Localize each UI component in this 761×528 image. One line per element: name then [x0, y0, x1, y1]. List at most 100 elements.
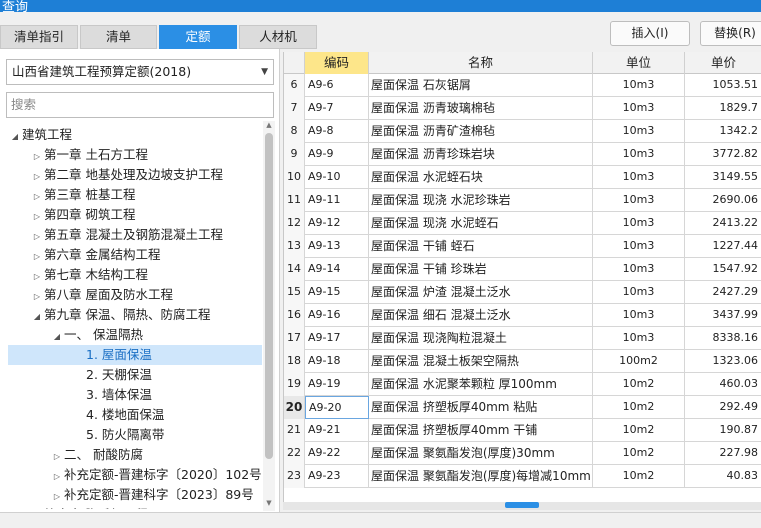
table-row[interactable]: 21 A9-21 屋面保温 挤塑板厚40mm 干铺 10m2 190.87: [284, 419, 761, 442]
search-input[interactable]: 搜索: [6, 92, 274, 118]
tree-node[interactable]: 1. 屋面保温: [8, 345, 262, 365]
tree-node[interactable]: 3. 墙体保温: [0, 385, 152, 405]
scroll-up-icon[interactable]: ▲: [263, 121, 275, 129]
resize-handle[interactable]: [505, 502, 539, 508]
cell-code: A9-6: [305, 74, 369, 97]
cell-num: 7: [284, 97, 305, 120]
tree-node-label: 一、 保温隔热: [64, 327, 143, 342]
tree-scrollbar[interactable]: ▲ ▼: [263, 121, 275, 511]
scroll-down-icon[interactable]: ▼: [263, 499, 275, 507]
cell-num: 14: [284, 258, 305, 281]
chevron-down-icon[interactable]: ▼: [261, 60, 268, 84]
cell-price: 3772.82: [712, 147, 759, 160]
tab-strip: 清单指引 清单 定额 人材机: [0, 25, 330, 49]
cell-unit: 10m2: [593, 396, 685, 419]
table-row[interactable]: 8 A9-8 屋面保温 沥青矿渣棉毡 10m3 1342.2: [284, 120, 761, 143]
table-row[interactable]: 20 A9-20 屋面保温 挤塑板厚40mm 粘贴 10m2 292.49: [284, 396, 761, 419]
tree-node[interactable]: ▷ 二、 耐酸防腐: [0, 445, 143, 465]
tree-node[interactable]: 5. 防火隔离带: [0, 425, 164, 445]
table-row[interactable]: 17 A9-17 屋面保温 现浇陶粒混凝土 10m3 8338.16: [284, 327, 761, 350]
window-title: 查询: [2, 0, 29, 15]
tree-node-label: 2. 天棚保温: [86, 367, 152, 382]
tab-list-guide[interactable]: 清单指引: [0, 25, 78, 49]
cell-num: 23: [284, 465, 305, 488]
cell-name: 屋面保温 挤塑板厚40mm 干铺: [369, 419, 593, 442]
tree-node[interactable]: ▷ 第五章 混凝土及钢筋混凝土工程: [0, 225, 223, 245]
collapsed-arrow-icon[interactable]: ▷: [50, 467, 64, 487]
table-row[interactable]: 12 A9-12 屋面保温 现浇 水泥蛭石 10m3 2413.22: [284, 212, 761, 235]
tree-node[interactable]: 4. 楼地面保温: [0, 405, 164, 425]
table-row[interactable]: 10 A9-10 屋面保温 水泥蛭石块 10m3 3149.55: [284, 166, 761, 189]
cell-code: A9-10: [305, 166, 369, 189]
tree-node[interactable]: 第十章 脚手架工程: [0, 505, 148, 509]
tree-node[interactable]: ▷ 第八章 屋面及防水工程: [0, 285, 173, 305]
table-row[interactable]: 9 A9-9 屋面保温 沥青珍珠岩块 10m3 3772.82: [284, 143, 761, 166]
tree-node[interactable]: ◢ 建筑工程: [0, 125, 72, 145]
cell-num: 18: [284, 350, 305, 373]
scrollbar-thumb[interactable]: [265, 133, 273, 459]
insert-button[interactable]: 插入(I): [610, 21, 690, 46]
header-price[interactable]: 单价: [685, 52, 761, 74]
cell-num: 21: [284, 419, 305, 442]
replace-button[interactable]: 替换(R): [700, 21, 761, 46]
expanded-arrow-icon[interactable]: ◢: [8, 127, 22, 147]
header-unit[interactable]: 单位: [593, 52, 685, 74]
table-row[interactable]: 14 A9-14 屋面保温 干铺 珍珠岩 10m3 1547.92: [284, 258, 761, 281]
header-code[interactable]: 编码: [305, 52, 369, 74]
cell-name: 屋面保温 沥青玻璃棉毡: [369, 97, 593, 120]
tree-node-label: 5. 防火隔离带: [86, 427, 165, 442]
table-row[interactable]: 13 A9-13 屋面保温 干铺 蛭石 10m3 1227.44: [284, 235, 761, 258]
tree-node[interactable]: ▷ 第一章 土石方工程: [0, 145, 148, 165]
collapsed-arrow-icon[interactable]: ▷: [30, 207, 44, 227]
collapsed-arrow-icon[interactable]: ▷: [30, 167, 44, 187]
tab-labor-material-machine[interactable]: 人材机: [239, 25, 317, 49]
tree-node[interactable]: 2. 天棚保温: [0, 365, 152, 385]
tree-node[interactable]: ▷ 补充定额-晋建科字〔2023〕89号: [0, 485, 254, 505]
collapsed-arrow-icon[interactable]: ▷: [50, 447, 64, 467]
collapsed-arrow-icon[interactable]: ▷: [30, 187, 44, 207]
tab-quota[interactable]: 定额: [159, 25, 237, 49]
title-bar: 查询: [0, 0, 761, 15]
table-row[interactable]: 18 A9-18 屋面保温 混凝土板架空隔热 100m2 1323.06: [284, 350, 761, 373]
tab-list[interactable]: 清单: [80, 25, 157, 49]
tree-node[interactable]: ▷ 第二章 地基处理及边坡支护工程: [0, 165, 223, 185]
cell-name: 屋面保温 炉渣 混凝土泛水: [369, 281, 593, 304]
header-name[interactable]: 名称: [369, 52, 593, 74]
table-row[interactable]: 6 A9-6 屋面保温 石灰锯屑 10m3 1053.51: [284, 74, 761, 97]
cell-code: A9-22: [305, 442, 369, 465]
expanded-arrow-icon[interactable]: ◢: [30, 307, 44, 327]
tree-node[interactable]: ▷ 第七章 木结构工程: [0, 265, 148, 285]
expanded-arrow-icon[interactable]: ◢: [50, 327, 64, 347]
table-row[interactable]: 22 A9-22 屋面保温 聚氨酯发泡(厚度)30mm 10m2 227.98: [284, 442, 761, 465]
tree-node[interactable]: ▷ 补充定额-晋建标字〔2020〕102号: [0, 465, 262, 485]
cell-num: 13: [284, 235, 305, 258]
quota-library-select[interactable]: 山西省建筑工程预算定额(2018) ▼: [6, 59, 274, 85]
cell-num: 20: [284, 396, 305, 419]
collapsed-arrow-icon[interactable]: ▷: [30, 287, 44, 307]
collapsed-arrow-icon[interactable]: ▷: [30, 247, 44, 267]
cell-num: 22: [284, 442, 305, 465]
tree-node-label: 第十章 脚手架工程: [44, 507, 148, 509]
tree-node[interactable]: ▷ 第四章 砌筑工程: [0, 205, 136, 227]
collapsed-arrow-icon[interactable]: ▷: [30, 227, 44, 247]
table-row[interactable]: 7 A9-7 屋面保温 沥青玻璃棉毡 10m3 1829.7: [284, 97, 761, 120]
table-row[interactable]: 19 A9-19 屋面保温 水泥聚苯颗粒 厚100mm 10m2 460.03: [284, 373, 761, 396]
table-row[interactable]: 15 A9-15 屋面保温 炉渣 混凝土泛水 10m3 2427.29: [284, 281, 761, 304]
cell-name: 屋面保温 石灰锯屑: [369, 74, 593, 97]
table-row[interactable]: 16 A9-16 屋面保温 细石 混凝土泛水 10m3 3437.99: [284, 304, 761, 327]
tree-node[interactable]: ▷ 第三章 桩基工程: [0, 185, 136, 207]
cell-num: 12: [284, 212, 305, 235]
cell-price: 1342.2: [719, 124, 759, 137]
table-row[interactable]: 23 A9-23 屋面保温 聚氨酯发泡(厚度)每增减10mm 10m2 40.83: [284, 465, 761, 488]
cell-unit: 10m2: [593, 465, 685, 488]
tree-node[interactable]: ◢ 一、 保温隔热: [0, 325, 143, 345]
tree-node-label: 4. 楼地面保温: [86, 407, 165, 422]
collapsed-arrow-icon[interactable]: ▷: [50, 487, 64, 507]
collapsed-arrow-icon[interactable]: ▷: [30, 267, 44, 287]
table-row[interactable]: 11 A9-11 屋面保温 现浇 水泥珍珠岩 10m3 2690.06: [284, 189, 761, 212]
collapsed-arrow-icon[interactable]: ▷: [30, 147, 44, 167]
tree-node[interactable]: ▷ 第六章 金属结构工程: [0, 245, 161, 267]
tree-node[interactable]: ◢ 第九章 保温、隔热、防腐工程: [0, 305, 211, 327]
cell-num: 9: [284, 143, 305, 166]
cell-name: 屋面保温 现浇 水泥珍珠岩: [369, 189, 593, 212]
